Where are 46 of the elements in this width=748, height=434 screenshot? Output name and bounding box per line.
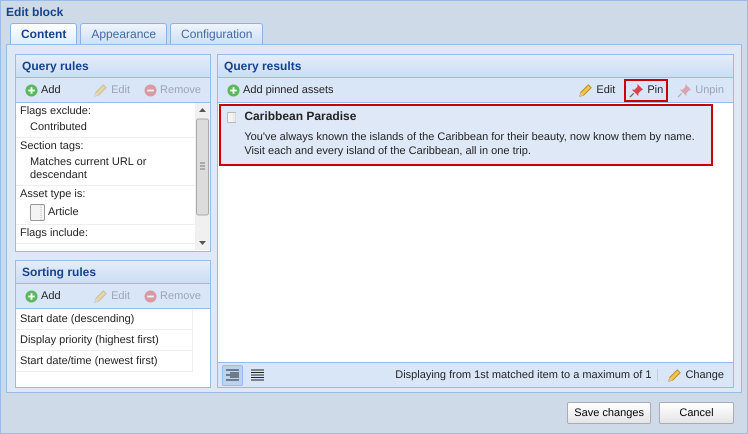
indented-lines-icon: [226, 369, 239, 381]
rule-value: Contributed: [30, 121, 87, 134]
pencil-icon: [93, 82, 108, 98]
sorting-rule[interactable]: Display priority (highest first): [16, 330, 193, 351]
add-icon: [227, 84, 240, 96]
pencil-icon: [578, 82, 594, 98]
pushpin-icon: [629, 82, 644, 98]
panel-title: Query results: [218, 55, 733, 78]
add-icon: [25, 290, 38, 302]
result-title: Caribbean Paradise: [244, 109, 358, 123]
panel-title: Sorting rules: [16, 261, 210, 284]
rule-label: Flags exclude:: [20, 105, 92, 119]
add-pinned-assets-button[interactable]: Add pinned assets: [222, 80, 339, 100]
window-title: Edit block: [6, 4, 64, 21]
remove-icon: [144, 84, 158, 96]
rule-label: Asset type is:: [20, 188, 86, 202]
tab[interactable]: Configuration: [170, 23, 264, 44]
change-button[interactable]: Change: [662, 364, 729, 386]
pencil-icon: [93, 288, 108, 304]
rule-value: Matches current URL or descendant: [30, 156, 148, 182]
panel-title: Query rules: [16, 55, 210, 78]
document-icon: [227, 109, 236, 126]
save-button[interactable]: Save changes: [567, 402, 651, 424]
rule-value: Article: [48, 206, 79, 219]
rule-label: Flags include:: [20, 227, 89, 241]
tab[interactable]: Content: [10, 23, 78, 44]
pencil-icon: [667, 368, 682, 382]
edit-button[interactable]: Edit: [573, 78, 620, 102]
tab[interactable]: Appearance: [80, 23, 168, 44]
result-description: You've always known the islands of the Caribbean for their beauty, now know them by name. Visit each and every island of the Caribbean, all in one trip.: [244, 130, 696, 158]
add-button[interactable]: Add: [20, 286, 66, 306]
document-icon: [30, 204, 45, 221]
rule-label: Section tags:: [20, 140, 85, 154]
pin-button[interactable]: Pin: [624, 78, 668, 102]
add-icon: [25, 84, 38, 96]
status-text: Displaying from 1st matched item to a maximum of 1: [395, 369, 658, 381]
result-item[interactable]: Caribbean Paradise You've always known the islands of the Caribbean for their beauty, now know them by name. Visit each and every island of the Caribbean, all in one trip.: [219, 104, 713, 166]
summary-view-button[interactable]: [222, 364, 243, 386]
scrollbar[interactable]: [195, 103, 210, 250]
sorting-rule[interactable]: Start date/time (newest first): [16, 351, 193, 372]
lines-icon: [251, 369, 264, 381]
cancel-button[interactable]: Cancel: [659, 402, 734, 424]
remove-icon: [144, 290, 158, 302]
sorting-rule[interactable]: Start date (descending): [16, 309, 193, 330]
pushpin-icon: [677, 82, 692, 98]
add-button[interactable]: Add: [20, 80, 66, 100]
